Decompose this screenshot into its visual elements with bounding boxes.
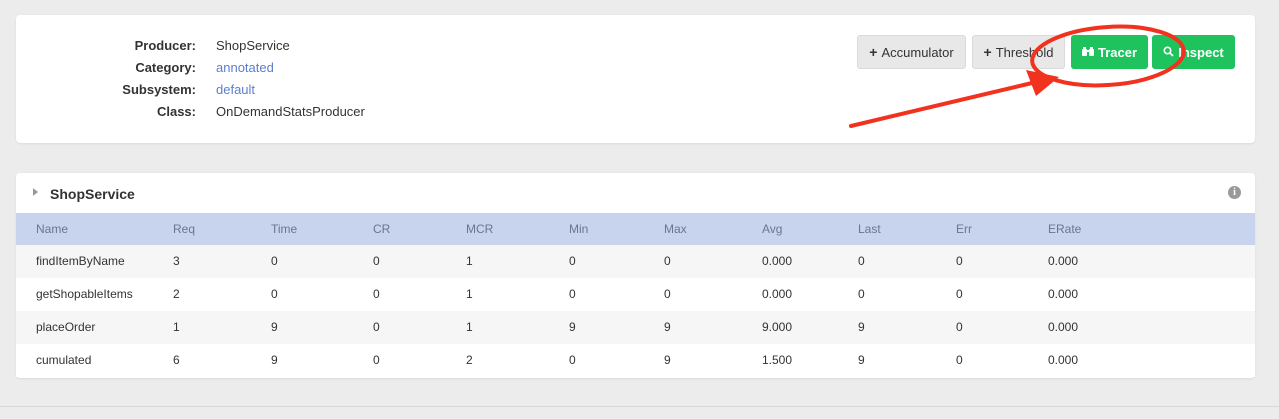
table-cell: 0 bbox=[956, 254, 963, 268]
threshold-label: Threshold bbox=[995, 44, 1054, 60]
row-name-cell: findItemByName bbox=[36, 254, 125, 268]
table-cell: 1 bbox=[466, 320, 473, 334]
producer-info-card: Producer: ShopService Category: annotated Su… bbox=[16, 15, 1255, 143]
column-header[interactable]: CR bbox=[373, 213, 390, 245]
table-cell: 0 bbox=[373, 287, 380, 301]
info-label: Subsystem: bbox=[122, 82, 196, 97]
table-cell: 9 bbox=[858, 320, 865, 334]
row-name-cell: cumulated bbox=[36, 353, 92, 367]
table-cell: 2 bbox=[466, 353, 473, 367]
inspect-label: Inspect bbox=[1178, 44, 1224, 60]
column-header[interactable]: MCR bbox=[466, 213, 493, 245]
table-cell: 0 bbox=[569, 353, 576, 367]
table-header: Name Req Time CR MCR Min Max Avg Last Err ERate bbox=[16, 213, 1255, 245]
plus-icon: + bbox=[983, 44, 992, 60]
table-cell: 9 bbox=[569, 320, 576, 334]
column-header[interactable]: Min bbox=[569, 213, 588, 245]
table-cell: 0 bbox=[956, 287, 963, 301]
table-cell: 0 bbox=[956, 353, 963, 367]
info-link[interactable]: default bbox=[216, 82, 255, 97]
table-cell: 2 bbox=[173, 287, 180, 301]
info-label: Producer: bbox=[134, 38, 196, 53]
search-icon bbox=[1163, 45, 1174, 60]
table-cell: 0 bbox=[664, 254, 671, 268]
column-header[interactable]: ERate bbox=[1048, 213, 1081, 245]
tracer-button[interactable]: Tracer bbox=[1071, 35, 1148, 69]
row-name-cell: getShopableItems bbox=[36, 287, 133, 301]
row-name-cell: placeOrder bbox=[36, 320, 96, 334]
table-cell: 3 bbox=[173, 254, 180, 268]
column-header[interactable]: Max bbox=[664, 213, 687, 245]
table-cell: 0.000 bbox=[762, 287, 793, 301]
table-cell: 1 bbox=[173, 320, 180, 334]
info-value: OnDemandStatsProducer bbox=[216, 104, 365, 119]
column-header[interactable]: Avg bbox=[762, 213, 782, 245]
table-cell: 0.000 bbox=[1048, 287, 1079, 301]
table-cell: 9 bbox=[858, 353, 865, 367]
info-label: Class: bbox=[156, 104, 196, 119]
table-cell: 0 bbox=[373, 320, 380, 334]
table-cell: 9 bbox=[664, 353, 671, 367]
plus-icon: + bbox=[869, 44, 878, 60]
panel-header[interactable]: ShopService i bbox=[16, 173, 1255, 213]
add-accumulator-button[interactable]: + Accumulator bbox=[857, 35, 966, 69]
table-cell: 0 bbox=[271, 254, 278, 268]
info-label: Category: bbox=[135, 60, 196, 75]
caret-right-icon[interactable] bbox=[33, 188, 38, 196]
column-header[interactable]: Err bbox=[956, 213, 972, 245]
table-row: getShopableItems 2 0 0 1 0 0 0.000 0 0 0.000 bbox=[16, 278, 1255, 311]
table-cell: 9 bbox=[271, 320, 278, 334]
column-header[interactable]: Last bbox=[858, 213, 881, 245]
table-row: findItemByName 3 0 0 1 0 0 0.000 0 0 0.000 bbox=[16, 245, 1255, 278]
table-cell: 0 bbox=[858, 287, 865, 301]
table-cell: 0 bbox=[664, 287, 671, 301]
table-cell: 0 bbox=[569, 287, 576, 301]
panel-title: ShopService bbox=[50, 186, 135, 202]
table-cell: 0.000 bbox=[762, 254, 793, 268]
column-header[interactable]: Req bbox=[173, 213, 195, 245]
info-link[interactable]: annotated bbox=[216, 60, 274, 75]
column-header[interactable]: Time bbox=[271, 213, 297, 245]
table-cell: 0 bbox=[956, 320, 963, 334]
tracer-label: Tracer bbox=[1097, 44, 1138, 60]
table-cell: 9.000 bbox=[762, 320, 793, 334]
table-cell: 9 bbox=[664, 320, 671, 334]
table-cell: 0 bbox=[569, 254, 576, 268]
info-value: ShopService bbox=[216, 38, 290, 53]
table-cell: 0 bbox=[858, 254, 865, 268]
divider bbox=[0, 406, 1279, 407]
binoculars-icon bbox=[1081, 45, 1094, 60]
table-row: cumulated 6 9 0 2 0 9 1.500 9 0 0.000 bbox=[16, 344, 1255, 377]
table-cell: 1 bbox=[466, 287, 473, 301]
column-header[interactable]: Name bbox=[36, 213, 68, 245]
table-cell: 1 bbox=[466, 254, 473, 268]
table-cell: 9 bbox=[271, 353, 278, 367]
table-cell: 6 bbox=[173, 353, 180, 367]
producer-stats-panel: ShopService i Name Req Time CR MCR Min Max Avg L… bbox=[16, 173, 1255, 378]
table-row: placeOrder 1 9 0 1 9 9 9.000 9 0 0.000 bbox=[16, 311, 1255, 344]
table-cell: 1.500 bbox=[762, 353, 793, 367]
table-cell: 0.000 bbox=[1048, 353, 1079, 367]
table-cell: 0 bbox=[271, 287, 278, 301]
accumulator-label: Accumulator bbox=[881, 44, 954, 60]
table-cell: 0.000 bbox=[1048, 320, 1079, 334]
table-cell: 0 bbox=[373, 254, 380, 268]
info-icon[interactable]: i bbox=[1228, 186, 1241, 199]
inspect-button[interactable]: Inspect bbox=[1152, 35, 1235, 69]
table-cell: 0.000 bbox=[1048, 254, 1079, 268]
table-cell: 0 bbox=[373, 353, 380, 367]
add-threshold-button[interactable]: + Threshold bbox=[972, 35, 1065, 69]
